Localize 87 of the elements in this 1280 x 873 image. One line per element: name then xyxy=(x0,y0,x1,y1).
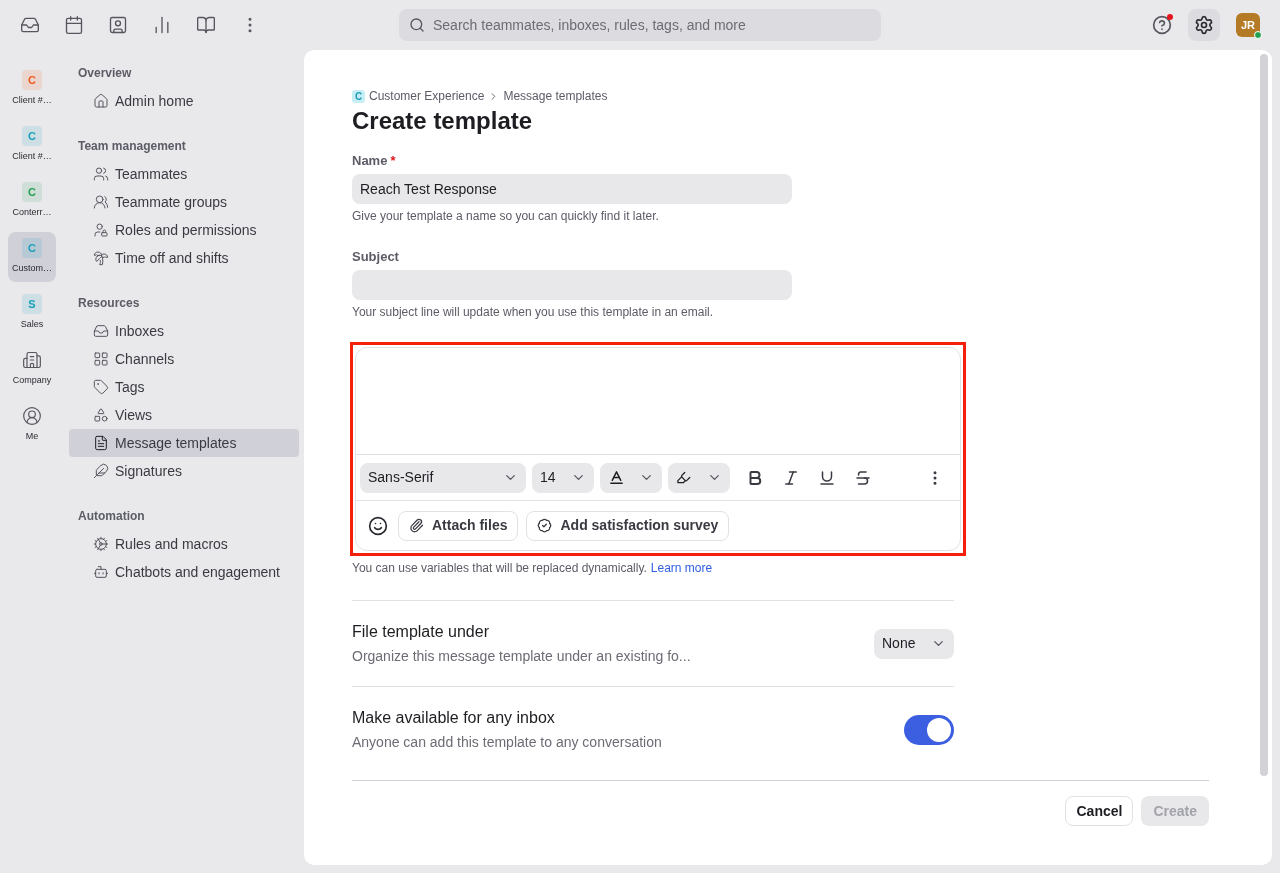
shapes-icon xyxy=(93,407,109,423)
text-color-icon xyxy=(608,469,625,486)
settings-button[interactable] xyxy=(1188,9,1220,41)
robot-icon xyxy=(93,564,109,580)
workspace-badge: C xyxy=(22,182,42,203)
search-input[interactable]: Search teammates, inboxes, rules, tags, and more xyxy=(433,14,871,36)
field-hint: Your subject line will update when you use this template in an email. xyxy=(352,304,715,320)
contact-card-icon[interactable] xyxy=(108,15,128,35)
workspace-item[interactable]: S Sales xyxy=(8,288,56,338)
people-icon xyxy=(93,166,109,182)
workspace-item[interactable]: Company xyxy=(8,344,56,394)
paperclip-icon xyxy=(409,518,424,533)
setting-description: Anyone can add this template to any conversation xyxy=(352,732,662,752)
nav-item[interactable]: Views xyxy=(69,401,299,429)
nav-item[interactable]: Inboxes xyxy=(69,317,299,345)
gear-icon xyxy=(93,536,109,552)
workspace-badge: C xyxy=(22,238,42,259)
building-icon xyxy=(22,350,42,371)
section-heading: Team management xyxy=(77,138,187,155)
document-bolt-icon xyxy=(93,435,109,451)
strikethrough-icon[interactable] xyxy=(854,468,872,487)
workspace-item[interactable]: C Client #… xyxy=(8,64,56,114)
feather-icon xyxy=(93,463,109,479)
toggle-switch[interactable] xyxy=(904,714,954,745)
emoji-icon[interactable] xyxy=(368,515,388,536)
cancel-button[interactable]: Cancel xyxy=(1065,796,1134,826)
learn-more-link[interactable]: Learn more xyxy=(650,560,713,576)
nav-item[interactable]: Chatbots and engagement xyxy=(69,558,299,586)
section-heading: Resources xyxy=(77,295,141,312)
workspace-badge: C xyxy=(352,89,365,103)
house-icon xyxy=(93,93,109,109)
editor-hint: You can use variables that will be replaced dynamically. xyxy=(352,560,647,576)
help-button[interactable] xyxy=(1152,15,1172,35)
workspace-badge: S xyxy=(22,294,42,315)
folder-select[interactable]: None xyxy=(874,628,954,659)
settings-icon xyxy=(1194,15,1214,35)
breadcrumb-link[interactable]: Message templates xyxy=(503,87,608,105)
breadcrumb-link[interactable]: Customer Experience xyxy=(369,87,485,105)
nav-item[interactable]: Teammate groups xyxy=(69,188,299,216)
nav-item[interactable]: Time off and shifts xyxy=(69,244,299,272)
text-color-button[interactable] xyxy=(600,462,662,493)
field-label: Subject xyxy=(352,248,399,265)
italic-icon[interactable] xyxy=(782,468,800,487)
search-icon xyxy=(409,17,425,33)
workspace-badge: C xyxy=(22,126,42,147)
group-icon xyxy=(93,194,109,210)
section-heading: Overview xyxy=(77,65,133,82)
inbox-icon[interactable] xyxy=(20,15,40,35)
nav-item[interactable]: Message templates xyxy=(69,429,299,457)
highlighter-icon xyxy=(676,470,691,485)
nav-item[interactable]: Roles and permissions xyxy=(69,216,299,244)
highlight-button[interactable] xyxy=(668,462,730,493)
workspace-item[interactable]: C Custom… xyxy=(8,232,56,282)
underline-icon[interactable] xyxy=(818,468,836,487)
user-lock-icon xyxy=(93,222,109,238)
text-field[interactable]: Reach Test Response xyxy=(352,174,792,204)
editor-action-button[interactable]: Attach files xyxy=(398,510,519,541)
avatar[interactable]: JR xyxy=(1236,13,1260,37)
editor-action-button[interactable]: Add satisfaction survey xyxy=(526,510,730,541)
field-label: Name xyxy=(352,152,388,169)
nav-item[interactable]: Admin home xyxy=(69,87,299,115)
setting-title: Make available for any inbox xyxy=(352,707,556,728)
nav-item[interactable]: Teammates xyxy=(69,160,299,188)
user-circle-icon xyxy=(22,406,42,427)
setting-description: Organize this message template under an existing fo... xyxy=(352,646,691,666)
search-field[interactable]: Search teammates, inboxes, rules, tags, and more xyxy=(399,9,881,41)
nav-item[interactable]: Channels xyxy=(69,345,299,373)
workspace-item[interactable]: Me xyxy=(8,400,56,450)
page-title: Create template xyxy=(352,106,534,136)
grid-icon xyxy=(93,351,109,367)
required-mark: * xyxy=(390,152,396,169)
workspace-item[interactable]: C Client #… xyxy=(8,120,56,170)
calendar-icon[interactable] xyxy=(64,15,84,35)
nav-item[interactable]: Tags xyxy=(69,373,299,401)
field-hint: Give your template a name so you can quickly find it later. xyxy=(352,208,660,224)
workspace-item[interactable]: C Conterr… xyxy=(8,176,56,226)
section-heading: Automation xyxy=(77,508,146,525)
nav-item[interactable]: Signatures xyxy=(69,457,299,485)
book-icon[interactable] xyxy=(196,15,216,35)
palm-tree-icon xyxy=(93,250,109,266)
setting-title: File template under xyxy=(352,621,490,642)
nav-item[interactable]: Rules and macros xyxy=(69,530,299,558)
size-select[interactable]: 14 xyxy=(532,462,594,493)
tray-icon xyxy=(93,323,109,339)
font-select[interactable]: Sans-Serif xyxy=(360,462,526,493)
tag-icon xyxy=(93,379,109,395)
workspace-badge: C xyxy=(22,70,42,91)
